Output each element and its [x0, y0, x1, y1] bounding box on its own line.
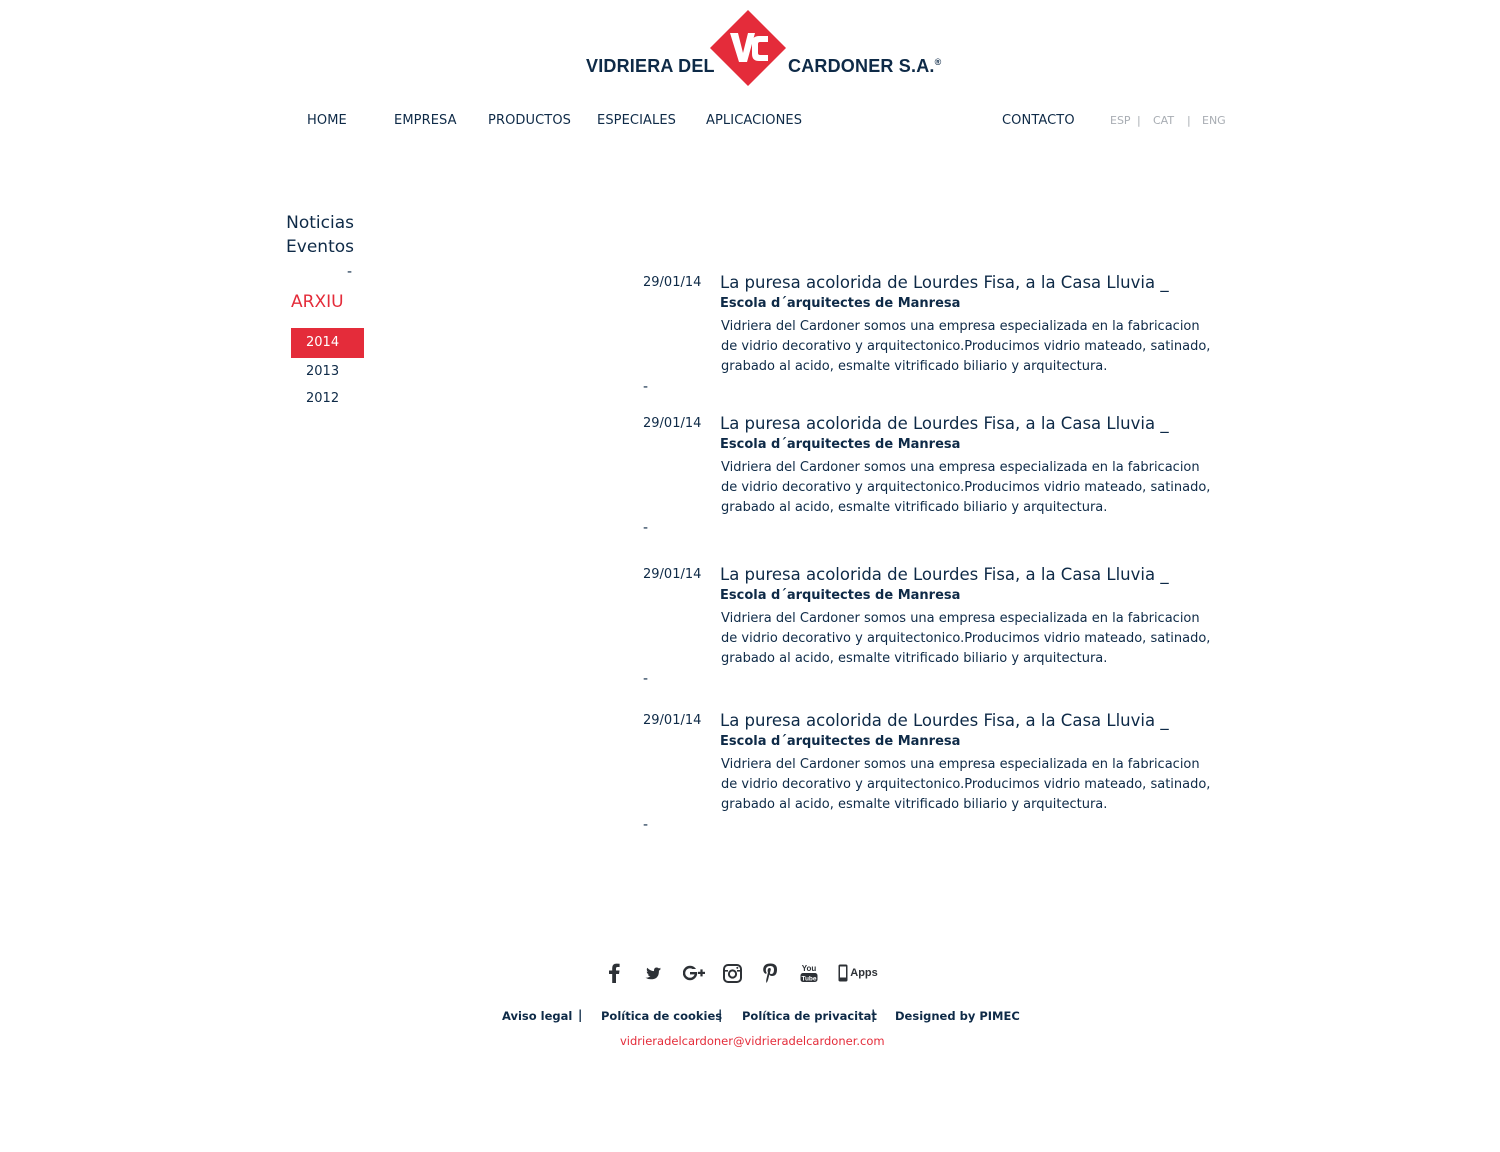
- lang-separator: |: [1187, 114, 1191, 127]
- nav-productos[interactable]: PRODUCTOS: [488, 113, 571, 128]
- cookies-policy-link[interactable]: Política de cookies: [601, 1009, 722, 1023]
- news-title-text[interactable]: La puresa acolorida de Lourdes Fisa, a l…: [720, 565, 1169, 584]
- news-location: Escola d´arquitectes de Manresa: [720, 437, 961, 452]
- news-title[interactable]: La puresa acolorida de Lourdes Fisa, a l…: [720, 273, 1215, 313]
- designed-by-link[interactable]: Designed by PIMEC: [895, 1009, 1020, 1023]
- lang-esp[interactable]: ESP: [1110, 114, 1131, 127]
- google-plus-icon[interactable]: [682, 962, 706, 984]
- news-title[interactable]: La puresa acolorida de Lourdes Fisa, a l…: [720, 711, 1215, 751]
- nav-especiales[interactable]: ESPECIALES: [597, 113, 676, 128]
- news-date: 29/01/14: [643, 416, 702, 431]
- contact-email-link[interactable]: vidrieradelcardoner@vidrieradelcardoner.…: [620, 1034, 885, 1048]
- news-body: Vidriera del Cardoner somos una empresa …: [721, 319, 1211, 374]
- lang-cat[interactable]: CAT: [1153, 114, 1174, 127]
- news-separator: -: [643, 379, 649, 395]
- year-2014[interactable]: 2014: [291, 328, 364, 358]
- news-body: Vidriera del Cardoner somos una empresa …: [721, 611, 1211, 666]
- brand-logo[interactable]: VIDRIERA DEL CARDONER S.A.®: [586, 10, 941, 88]
- nav-contacto[interactable]: CONTACTO: [1002, 113, 1075, 128]
- footer-separator: |: [578, 1008, 583, 1022]
- footer-separator: |: [871, 1008, 876, 1022]
- svg-text:Tube: Tube: [801, 975, 816, 982]
- vc-diamond-icon: [710, 10, 786, 86]
- youtube-icon-text: You: [802, 964, 817, 973]
- apps-icon[interactable]: Apps: [836, 962, 880, 984]
- news-location: Escola d´arquitectes de Manresa: [720, 734, 961, 749]
- lang-separator: |: [1137, 114, 1141, 127]
- privacy-policy-link[interactable]: Política de privacitat: [742, 1009, 877, 1023]
- news-location: Escola d´arquitectes de Manresa: [720, 588, 961, 603]
- brand-name-right-text: CARDONER S.A.: [788, 56, 935, 76]
- aviso-legal-link[interactable]: Aviso legal: [502, 1009, 572, 1023]
- news-separator: -: [643, 520, 649, 536]
- news-location: Escola d´arquitectes de Manresa: [720, 296, 961, 311]
- archive-title: ARXIU: [291, 292, 344, 312]
- twitter-icon[interactable]: [642, 962, 666, 984]
- news-title[interactable]: La puresa acolorida de Lourdes Fisa, a l…: [720, 565, 1215, 605]
- year-2013[interactable]: 2013: [291, 357, 364, 387]
- brand-name-left: VIDRIERA DEL: [586, 56, 715, 76]
- footer-separator: |: [718, 1008, 723, 1022]
- youtube-icon[interactable]: You Tube: [798, 962, 820, 984]
- instagram-icon[interactable]: [721, 962, 743, 984]
- news-title-text[interactable]: La puresa acolorida de Lourdes Fisa, a l…: [720, 414, 1169, 433]
- news-date: 29/01/14: [643, 713, 702, 728]
- registered-mark: ®: [934, 57, 942, 67]
- sidebar-eventos[interactable]: Eventos: [286, 237, 354, 257]
- news-body: Vidriera del Cardoner somos una empresa …: [721, 757, 1211, 812]
- nav-home[interactable]: HOME: [307, 113, 347, 128]
- news-title[interactable]: La puresa acolorida de Lourdes Fisa, a l…: [720, 414, 1215, 454]
- news-date: 29/01/14: [643, 275, 702, 290]
- lang-eng[interactable]: ENG: [1202, 114, 1226, 127]
- news-separator: -: [643, 671, 649, 687]
- news-date: 29/01/14: [643, 567, 702, 582]
- news-separator: -: [643, 817, 649, 833]
- facebook-icon[interactable]: [604, 962, 624, 984]
- news-title-text[interactable]: La puresa acolorida de Lourdes Fisa, a l…: [720, 711, 1169, 730]
- pinterest-icon[interactable]: [760, 962, 780, 984]
- sidebar-dash: -: [347, 264, 353, 280]
- apps-label: Apps: [850, 967, 878, 979]
- nav-empresa[interactable]: EMPRESA: [394, 113, 457, 128]
- brand-name-right: CARDONER S.A.®: [788, 56, 941, 77]
- sidebar-noticias[interactable]: Noticias: [286, 213, 354, 233]
- news-title-text[interactable]: La puresa acolorida de Lourdes Fisa, a l…: [720, 273, 1169, 292]
- nav-aplicaciones[interactable]: APLICACIONES: [706, 113, 802, 128]
- year-2012[interactable]: 2012: [291, 384, 364, 414]
- news-body: Vidriera del Cardoner somos una empresa …: [721, 460, 1211, 515]
